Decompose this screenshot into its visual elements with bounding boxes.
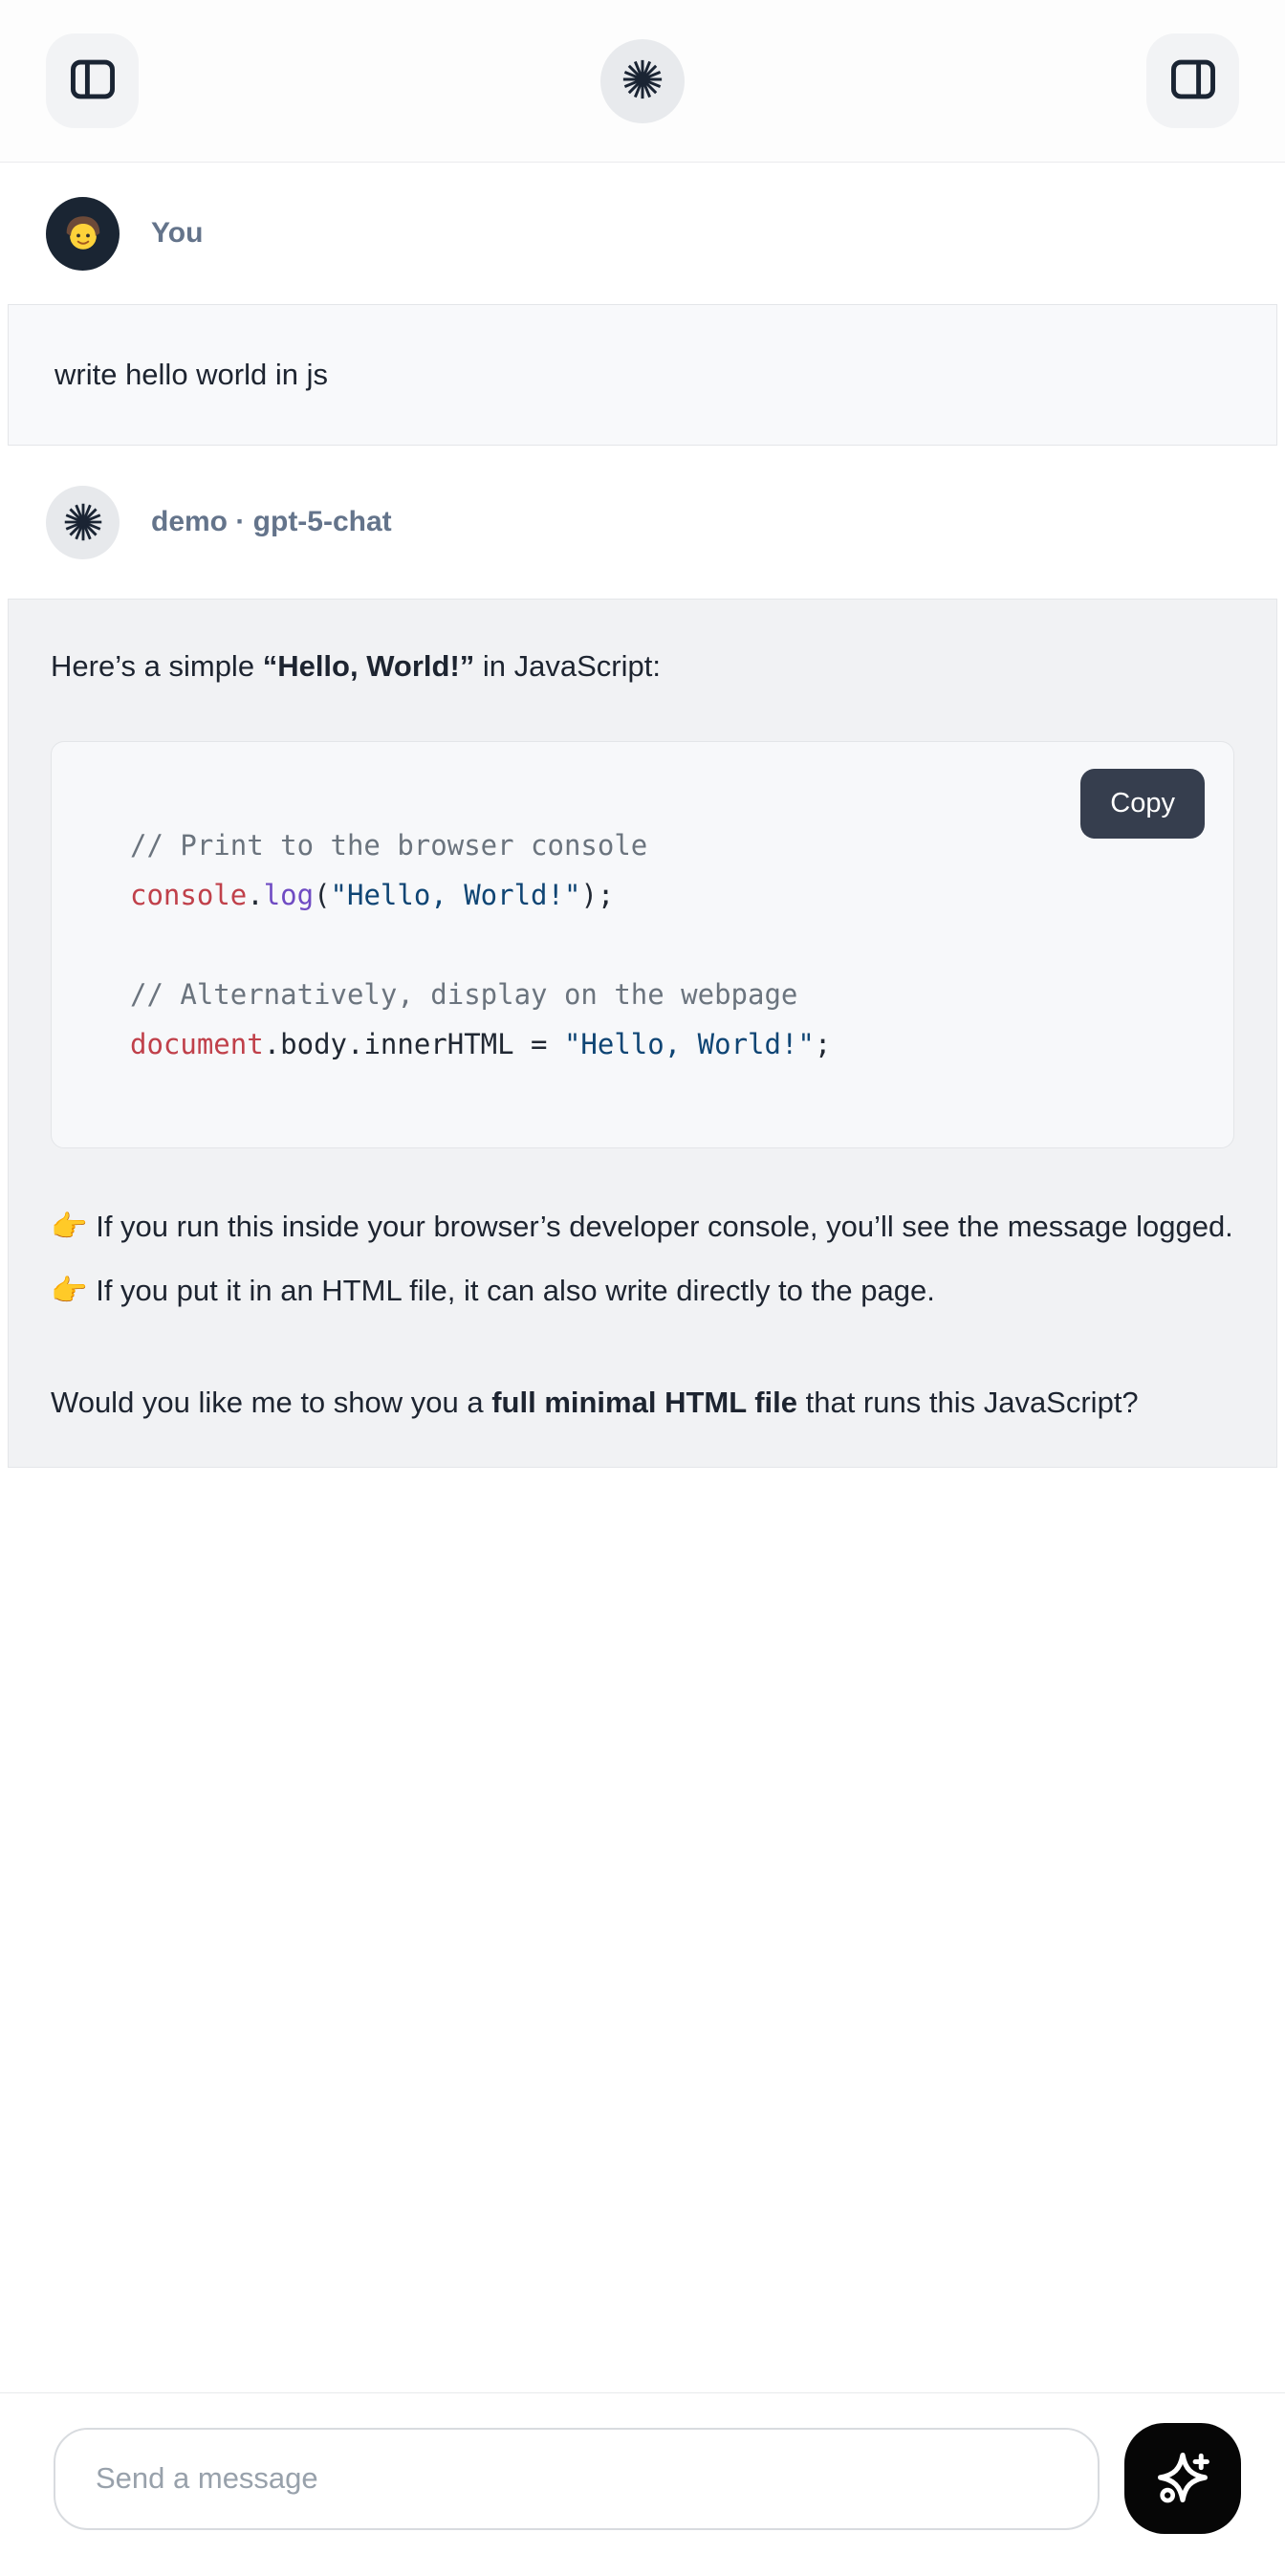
assistant-message-header: demo · gpt-5-chat bbox=[0, 446, 1285, 599]
chat-scroll-area[interactable]: You write hello world in js demo bbox=[0, 163, 1285, 2392]
code-content: // Print to the browser consoleconsole.l… bbox=[130, 820, 1187, 1069]
assistant-notes-paragraph: 👉 If you run this inside your browser’s … bbox=[51, 1194, 1234, 1322]
code-block: Copy // Print to the browser consolecons… bbox=[51, 741, 1234, 1148]
toggle-left-sidebar-button[interactable] bbox=[46, 33, 139, 128]
panel-left-icon bbox=[66, 53, 120, 109]
composer-bar bbox=[0, 2392, 1285, 2576]
user-message-bubble: write hello world in js bbox=[8, 304, 1277, 446]
user-message-text: write hello world in js bbox=[54, 358, 328, 391]
assistant-message-bubble: Here’s a simple “Hello, World!” in JavaS… bbox=[8, 599, 1277, 1468]
user-sender-label: You bbox=[151, 217, 203, 250]
assistant-intro-paragraph: Here’s a simple “Hello, World!” in JavaS… bbox=[51, 634, 1234, 698]
copy-code-button[interactable]: Copy bbox=[1080, 769, 1205, 839]
app-header bbox=[0, 0, 1285, 163]
assistant-starburst-avatar-icon bbox=[46, 486, 120, 559]
assistant-sender-label: demo · gpt-5-chat bbox=[151, 506, 392, 538]
panel-right-icon bbox=[1166, 53, 1220, 109]
user-message-header: You bbox=[0, 163, 1285, 304]
model-logo-button[interactable] bbox=[600, 39, 685, 123]
sparkle-plus-icon bbox=[1151, 2446, 1214, 2512]
assistant-followup-paragraph: Would you like me to show you a full min… bbox=[51, 1370, 1234, 1434]
starburst-logo-icon bbox=[621, 57, 664, 104]
toggle-right-sidebar-button[interactable] bbox=[1146, 33, 1239, 128]
message-input[interactable] bbox=[54, 2428, 1100, 2530]
person-avatar-icon bbox=[46, 197, 120, 271]
send-message-button[interactable] bbox=[1124, 2423, 1241, 2534]
